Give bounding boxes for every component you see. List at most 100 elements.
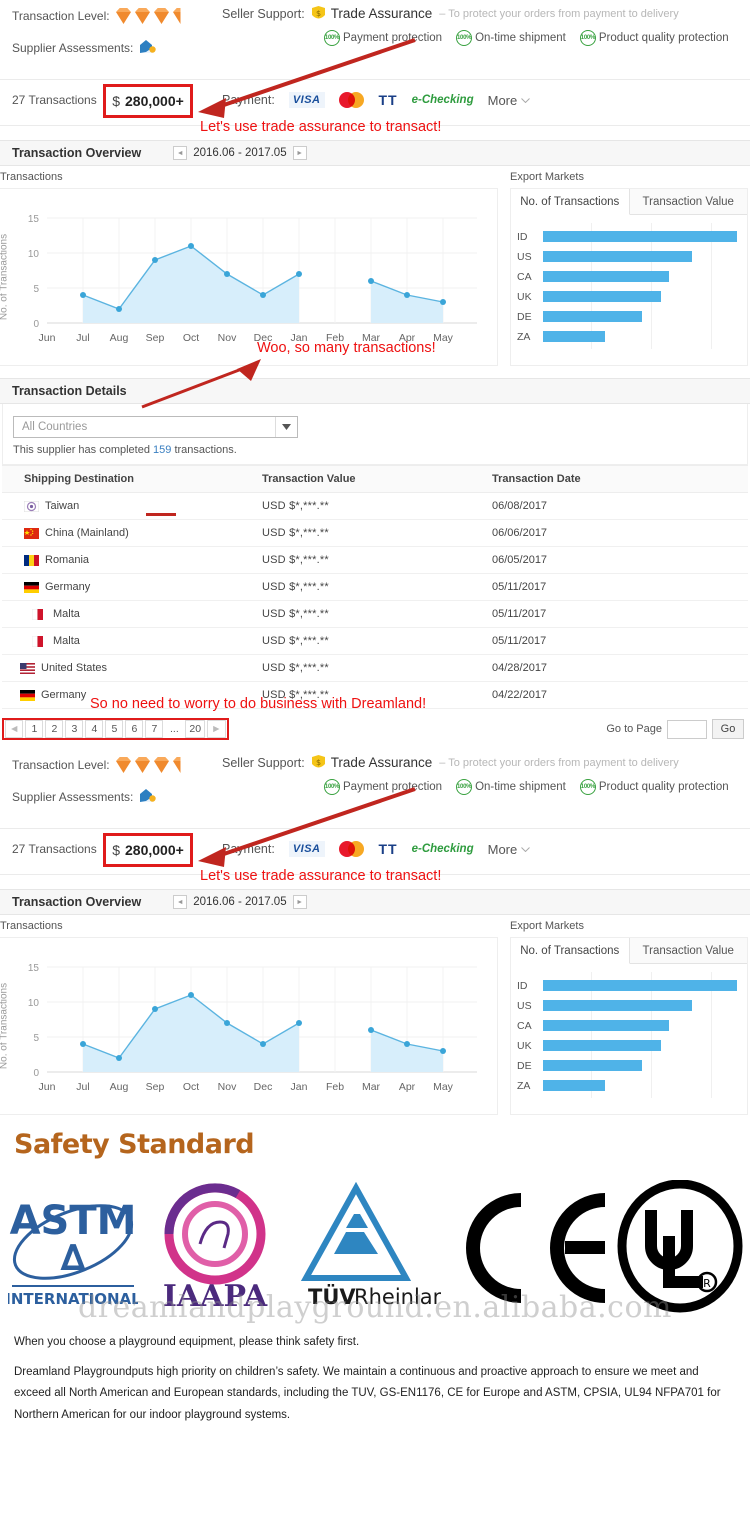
page-button-3[interactable]: 3 (65, 720, 84, 738)
annotation-text: Let's use trade assurance to transact! (200, 119, 442, 135)
supplier-header-block-1: Transaction Level: Supplier Assessments:… (0, 0, 750, 140)
country-name: United States (41, 662, 108, 674)
assessment-badge-icon[interactable] (139, 788, 157, 806)
section-title: Transaction Details (12, 384, 127, 398)
area-chart-svg: 15 10 5 0 Jun Jul Aug Sep Oct Nov Dec Ja… (28, 963, 477, 1093)
range-prev-button[interactable]: ◄ (173, 895, 188, 909)
section-title: Transaction Overview (12, 146, 142, 160)
trade-assurance-shield-icon: $ (311, 754, 326, 771)
country-name: Germany (41, 689, 87, 701)
svg-text:Jul: Jul (76, 1081, 89, 1093)
go-button[interactable]: Go (712, 719, 744, 739)
page-button-6[interactable]: 6 (125, 720, 144, 738)
bar-label: UK (517, 1040, 532, 1052)
supplier-assessments-row: Supplier Assessments: (12, 781, 212, 813)
country-name: Malta (53, 635, 80, 647)
range-prev-button[interactable]: ◄ (173, 146, 188, 160)
annotation-text: So no need to worry to do business with … (90, 696, 427, 712)
svg-text:May: May (433, 1081, 454, 1093)
tab-transaction-value[interactable]: Transaction Value (629, 938, 747, 963)
area-chart-svg: 15 10 5 0 Jun Jul Aug Sep Oct Nov Dec Ja… (28, 214, 477, 344)
area-chart-plot: No. of Transactions 15 10 5 0 Jun Jul Au… (0, 938, 497, 1114)
svg-text:May: May (433, 332, 454, 344)
assessment-badge-icon[interactable] (139, 39, 157, 57)
more-payment-button[interactable]: More (488, 842, 531, 857)
tx-date: 05/11/2017 (492, 627, 748, 655)
page-prev-button[interactable]: ◄ (5, 720, 24, 738)
range-next-button[interactable]: ► (292, 146, 307, 160)
protection-badges-row: 100% Payment protection 100% On-time shi… (222, 776, 750, 798)
y-axis-label: No. of Transactions (0, 233, 10, 321)
country-filter-select[interactable]: All Countries (13, 416, 298, 438)
tx-date: 05/11/2017 (492, 600, 748, 628)
page-button-2[interactable]: 2 (45, 720, 64, 738)
protection-item: 100% Payment protection (324, 30, 442, 46)
svg-text:Nov: Nov (218, 332, 237, 344)
protection-label: On-time shipment (475, 781, 566, 793)
table-row: China (Mainland) USD $*,***.** 06/06/2017 (2, 519, 748, 547)
protection-badges-row: 100% Payment protection 100% On-time shi… (222, 27, 750, 49)
diamond-icon (115, 757, 131, 773)
export-markets-caption: Export Markets (510, 920, 584, 932)
col-shipping-destination: Shipping Destination (2, 465, 262, 493)
svg-text:Aug: Aug (110, 332, 129, 344)
goto-page-input[interactable] (667, 719, 707, 739)
more-payment-button[interactable]: More (488, 93, 531, 108)
table-row: Malta USD $*,***.** 05/11/2017 (2, 600, 748, 628)
export-markets-caption: Export Markets (510, 171, 584, 183)
trade-assurance-description: – To protect your orders from payment to… (439, 756, 679, 769)
protection-item: 100% Payment protection (324, 779, 442, 795)
page-button-last[interactable]: 20 (185, 720, 206, 738)
pagination-bar: ◄ 1 2 3 4 5 6 7 ... 20 ► Go to Page Go (2, 715, 748, 743)
page-button-4[interactable]: 4 (85, 720, 104, 738)
underline-mark (146, 513, 176, 516)
completed-count: 159 (153, 444, 172, 456)
bar-label: UK (517, 291, 532, 303)
transaction-overview-bar-2: Transaction Overview ◄ 2016.06 - 2017.05… (0, 889, 750, 915)
table-header-row: Shipping Destination Transaction Value T… (2, 465, 748, 493)
tx-value: USD $*,***.** (262, 600, 492, 628)
table-row: Romania USD $*,***.** 06/05/2017 (2, 546, 748, 574)
trade-assurance-description: – To protect your orders from payment to… (439, 7, 679, 20)
bar-label: DE (517, 311, 532, 323)
country-name: Malta (53, 608, 80, 620)
bar-row: US (517, 996, 737, 1016)
transaction-level-row: Transaction Level: (12, 0, 212, 32)
trade-assurance-label[interactable]: Trade Assurance (331, 6, 433, 21)
page-button-1[interactable]: 1 (25, 720, 44, 738)
range-label: 2016.06 - 2017.05 (193, 147, 287, 159)
charts-area-1: Transactions Export Markets No. of Trans… (0, 166, 750, 366)
goto-page-label: Go to Page (606, 723, 662, 735)
flag-icon-de (24, 581, 39, 593)
payment-label: Payment: (222, 93, 275, 107)
safety-heading: Safety Standard (14, 1129, 255, 1160)
chevron-down-icon (521, 97, 531, 103)
visa-icon: VISA (288, 92, 325, 108)
tab-no-of-transactions[interactable]: No. of Transactions (511, 938, 630, 964)
page-button-7[interactable]: 7 (145, 720, 164, 738)
trade-assurance-label[interactable]: Trade Assurance (331, 755, 433, 770)
tab-transaction-value[interactable]: Transaction Value (629, 189, 747, 214)
tx-value: USD $*,***.** (262, 546, 492, 574)
bar-label: ID (517, 980, 528, 992)
visa-icon: VISA (288, 841, 325, 857)
range-next-button[interactable]: ► (292, 895, 307, 909)
bar-row: ID (517, 227, 737, 247)
protection-label: On-time shipment (475, 32, 566, 44)
protection-item: 100% On-time shipment (456, 779, 566, 795)
diamond-half-icon (172, 8, 188, 24)
tx-date: 04/28/2017 (492, 654, 748, 682)
tab-no-of-transactions[interactable]: No. of Transactions (511, 189, 630, 215)
page-button-5[interactable]: 5 (105, 720, 124, 738)
safety-standard-section: Safety Standard ASTM ∆ INTERNATIONAL IAA… (0, 1129, 750, 1427)
tx-value: USD $*,***.** (262, 654, 492, 682)
chevron-down-icon[interactable] (275, 417, 297, 437)
transaction-amount: 280,000+ (125, 842, 184, 858)
page-next-button[interactable]: ► (207, 720, 226, 738)
supplier-right-col: Seller Support: $ Trade Assurance – To p… (222, 0, 750, 49)
diamond-icon (153, 757, 169, 773)
supplier-header-block-2: Transaction Level: Supplier Assessments:… (0, 749, 750, 889)
more-label: More (487, 841, 518, 857)
flag-icon-mt (31, 635, 47, 647)
bar-row: DE (517, 1056, 737, 1076)
